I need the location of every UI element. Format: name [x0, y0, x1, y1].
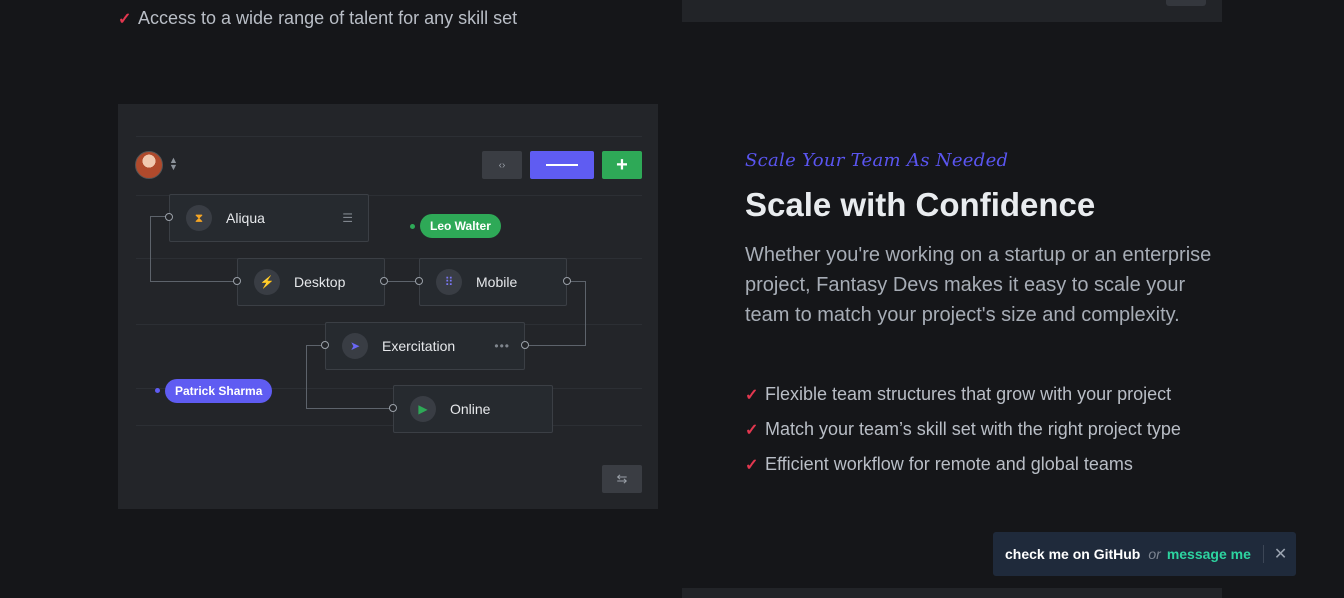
node-exercitation[interactable]: ➤ Exercitation ••• [325, 322, 525, 370]
list-item: ✓ Match your team’s skill set with the ri… [745, 412, 1181, 447]
section-title: Scale with Confidence [745, 186, 1096, 223]
minimize-button[interactable] [530, 151, 594, 179]
connector-wire [528, 345, 586, 346]
previous-illustration-card [682, 0, 1222, 22]
feature-talent: ✓ Access to a wide range of talent for a… [118, 8, 517, 29]
section-description: Whether you're working on a startup or a… [745, 244, 1212, 326]
node-online[interactable]: ▶ Online [393, 385, 553, 433]
send-icon: ➤ [342, 333, 368, 359]
connector-port[interactable] [389, 404, 397, 412]
connector-wire [150, 281, 234, 282]
connector-port[interactable] [321, 341, 329, 349]
check-icon: ✓ [745, 386, 759, 404]
cursor-dot [155, 388, 160, 393]
hourglass-icon: ⧗ [186, 205, 212, 231]
check-icon: ✓ [745, 421, 759, 439]
connector-port[interactable] [233, 277, 241, 285]
contact-toast: check me on GitHub or message me ✕ [993, 532, 1296, 576]
connector-wire [570, 281, 586, 282]
connector-port[interactable] [380, 277, 388, 285]
next-illustration-card [682, 588, 1222, 598]
node-label: Aliqua [226, 210, 265, 226]
dash-icon [546, 164, 578, 166]
settings-sliders-icon[interactable]: ⇆ [602, 465, 642, 493]
code-button[interactable]: ‹› [482, 151, 522, 179]
connector-wire [306, 345, 322, 346]
grid-line [136, 136, 642, 137]
connector-wire [150, 216, 151, 282]
connector-wire [306, 408, 390, 409]
more-icon[interactable]: ••• [494, 339, 510, 353]
list-item: ✓ Flexible team structures that grow with… [745, 377, 1181, 412]
grid-line [136, 425, 642, 426]
section-eyebrow: Scale Your Team As Needed [745, 150, 1009, 171]
add-button[interactable]: + [602, 151, 642, 179]
connector-wire [150, 216, 166, 217]
sort-icon[interactable]: ▲ ▼ [169, 156, 178, 172]
connector-wire [306, 345, 307, 409]
connector-port[interactable] [165, 213, 173, 221]
node-label: Exercitation [382, 338, 456, 354]
connector-port[interactable] [563, 277, 571, 285]
node-label: Desktop [294, 274, 346, 290]
feature-talent-text: Access to a wide range of talent for any… [138, 8, 518, 28]
node-mobile[interactable]: ⠿ Mobile [419, 258, 567, 306]
node-label: Mobile [476, 274, 518, 290]
drag-handle-icon[interactable]: ☰ [342, 211, 354, 225]
connector-port[interactable] [415, 277, 423, 285]
divider [1262, 545, 1264, 563]
close-icon[interactable]: ✕ [1274, 544, 1287, 564]
feature-text: Flexible team structures that grow with … [765, 384, 1172, 404]
node-desktop[interactable]: ⚡ Desktop [237, 258, 385, 306]
grid-icon: ⠿ [436, 269, 462, 295]
node-label: Online [450, 401, 491, 417]
feature-text: Match your team’s skill set with the rig… [765, 419, 1181, 439]
check-icon: ✓ [118, 10, 132, 28]
card-control [1166, 0, 1206, 6]
lightning-icon: ⚡ [254, 269, 280, 295]
workflow-illustration: ▲ ▼ ‹› + ⧗ Aliqua ☰ ⚡ Desktop ⠿ Mobile ➤ … [118, 104, 658, 509]
list-item: ✓ Efficient workflow for remote and globa… [745, 447, 1181, 482]
tag-patrick-sharma: Patrick Sharma [165, 379, 273, 403]
github-link[interactable]: check me on GitHub [1005, 546, 1140, 562]
connector-wire [585, 281, 586, 346]
feature-text: Efficient workflow for remote and global… [765, 454, 1133, 474]
play-icon: ▶ [410, 396, 436, 422]
message-link[interactable]: message me [1167, 546, 1251, 562]
node-aliqua[interactable]: ⧗ Aliqua ☰ [169, 194, 369, 242]
toast-or: or [1148, 546, 1161, 562]
feature-list: ✓ Flexible team structures that grow with… [745, 377, 1181, 482]
tag-leo-walter: Leo Walter [420, 214, 501, 238]
cursor-dot [410, 224, 415, 229]
user-avatar[interactable] [135, 151, 163, 179]
check-icon: ✓ [745, 456, 759, 474]
connector-port[interactable] [521, 341, 529, 349]
